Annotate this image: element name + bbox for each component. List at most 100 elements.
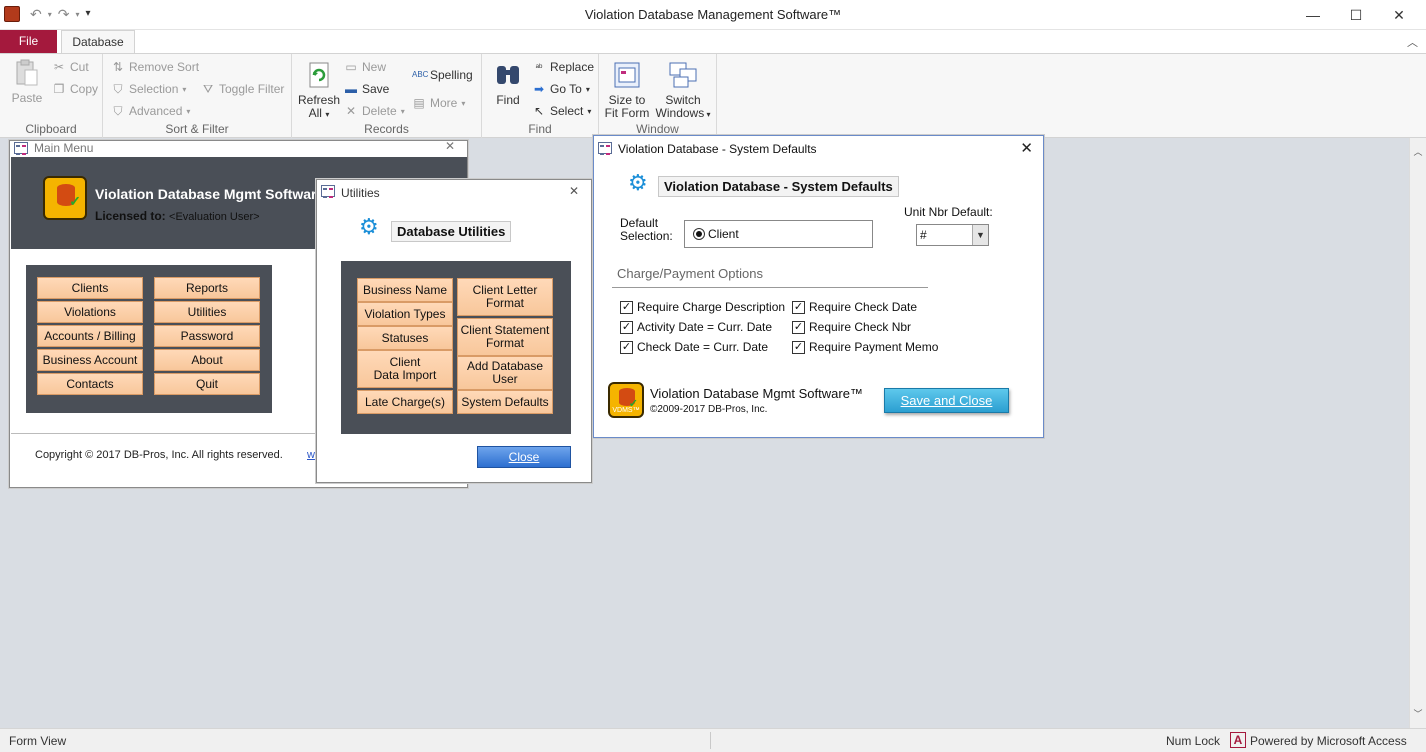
save-and-close-label: Save and Close [900, 393, 993, 408]
require-check-nbr-checkbox[interactable]: ✓ [792, 320, 805, 334]
activity-date-row[interactable]: ✓ Activity Date = Curr. Date [620, 320, 772, 334]
scroll-down-icon[interactable]: ﹀ [1410, 706, 1426, 722]
require-charge-description-checkbox[interactable]: ✓ [620, 300, 633, 314]
check-date-row[interactable]: ✓ Check Date = Curr. Date [620, 340, 768, 354]
reports-button[interactable]: Reports [154, 277, 260, 299]
status-divider [710, 732, 711, 749]
client-data-import-button[interactable]: Client Data Import [357, 350, 453, 388]
about-button[interactable]: About [154, 349, 260, 371]
require-payment-memo-checkbox[interactable]: ✓ [792, 340, 805, 354]
licensed-label: Licensed to: [95, 209, 166, 223]
require-check-nbr-row[interactable]: ✓ Require Check Nbr [792, 320, 911, 334]
advanced-button[interactable]: ⛉ Advanced ▾ [111, 104, 190, 118]
find-button[interactable]: Find [490, 60, 526, 107]
client-radio[interactable] [693, 228, 705, 240]
selection-label: Selection [129, 82, 179, 96]
tab-database[interactable]: Database [61, 30, 135, 54]
quit-button[interactable]: Quit [154, 373, 260, 395]
form-icon [321, 185, 335, 198]
save-and-close-button[interactable]: Save and Close [884, 388, 1009, 413]
group-label-find: Find [528, 122, 552, 136]
collapse-ribbon-icon[interactable]: ︿ [1407, 34, 1418, 50]
client-letter-format-button[interactable]: Client Letter Format [457, 278, 553, 316]
select-button[interactable]: ↖ Select ▾ [532, 104, 591, 118]
client-radio-label: Client [708, 227, 739, 241]
require-charge-description-row[interactable]: ✓ Require Charge Description [620, 300, 785, 314]
password-button[interactable]: Password [154, 325, 260, 347]
find-label: Find [496, 93, 520, 107]
violations-button[interactable]: Violations [37, 301, 143, 323]
late-charges-button[interactable]: Late Charge(s) [357, 390, 453, 414]
scroll-up-icon[interactable]: ︿ [1410, 144, 1426, 160]
main-menu-close-icon[interactable]: ✕ [445, 139, 455, 153]
unit-nbr-select[interactable]: # ▼ [916, 224, 989, 246]
check-date-checkbox[interactable]: ✓ [620, 340, 633, 354]
status-powered-by: Powered by Microsoft Access [1250, 734, 1407, 748]
size-to-fit-button[interactable]: Size to Fit Form [603, 60, 651, 120]
client-statement-format-button[interactable]: Client Statement Format [457, 318, 553, 356]
utilities-title: Utilities [341, 186, 380, 200]
system-defaults-heading: Violation Database - System Defaults [658, 176, 899, 197]
system-defaults-button[interactable]: System Defaults [457, 390, 553, 414]
footer-copyright: ©2009-2017 DB-Pros, Inc. [650, 404, 768, 415]
accounts-billing-button[interactable]: Accounts / Billing [37, 325, 143, 347]
business-account-button[interactable]: Business Account [37, 349, 143, 371]
new-record-button[interactable]: ▭ New [344, 60, 386, 74]
minimize-button[interactable]: — [1290, 0, 1336, 30]
cut-button[interactable]: ✂ Cut [52, 60, 89, 74]
statuses-button[interactable]: Statuses [357, 326, 453, 350]
spelling-label: Spelling [430, 68, 473, 82]
switch-windows-button[interactable]: Switch Windows ▾ [653, 60, 713, 121]
switch-windows-icon [669, 62, 697, 88]
more-button[interactable]: ▤ More ▾ [412, 96, 465, 110]
selection-button[interactable]: ⛉ Selection ▾ [111, 82, 186, 96]
access-icon: A [1230, 732, 1246, 748]
require-check-date-checkbox[interactable]: ✓ [792, 300, 805, 314]
tab-file[interactable]: File [0, 30, 57, 54]
save-record-button[interactable]: ▬ Save [344, 82, 389, 96]
violation-types-button[interactable]: Violation Types [357, 302, 453, 326]
require-payment-memo-row[interactable]: ✓ Require Payment Memo [792, 340, 938, 354]
require-check-date-row[interactable]: ✓ Require Check Date [792, 300, 917, 314]
toggle-filter-label: Toggle Filter [219, 82, 285, 96]
toggle-filter-button[interactable]: ⛛ Toggle Filter [201, 82, 284, 96]
chevron-down-icon: ▾ [704, 110, 711, 119]
copy-button[interactable]: ❐ Copy [52, 82, 98, 96]
unit-nbr-label: Unit Nbr Default: [904, 205, 993, 219]
utilities-titlebar: Utilities ✕ [317, 180, 591, 204]
main-menu-app-name: Violation Database Mgmt Software™ [95, 186, 339, 202]
new-label: New [362, 60, 387, 74]
chevron-down-icon[interactable]: ▼ [972, 225, 988, 245]
save-label: Save [362, 82, 390, 96]
group-find: Find ᵃᵇ Replace ➡ Go To ▾ ↖ Select ▾ Find [482, 54, 599, 138]
add-database-user-button[interactable]: Add Database User [457, 356, 553, 390]
utilities-heading: Database Utilities [391, 221, 512, 242]
size-to-fit-label-2: Fit Form [604, 106, 650, 120]
go-to-button[interactable]: ➡ Go To ▾ [532, 82, 590, 96]
system-defaults-titlebar: Violation Database - System Defaults ✕ [594, 136, 1043, 162]
spelling-button[interactable]: ABC Spelling [412, 68, 473, 82]
activity-date-checkbox[interactable]: ✓ [620, 320, 633, 334]
contacts-button[interactable]: Contacts [37, 373, 143, 395]
website-link[interactable]: w [307, 449, 315, 461]
gears-icon: ⚙ [628, 170, 648, 195]
system-defaults-close-icon[interactable]: ✕ [1020, 139, 1033, 157]
business-name-button[interactable]: Business Name [357, 278, 453, 302]
more-label: More [430, 96, 458, 110]
switch-windows-label-2: Windows [655, 106, 705, 120]
paste-button[interactable]: Paste [8, 58, 46, 105]
close-window-button[interactable]: ✕ [1376, 0, 1422, 30]
delete-icon: ✕ [345, 104, 357, 118]
utilities-close-icon[interactable]: ✕ [569, 184, 579, 198]
vertical-scrollbar[interactable]: ︿ ﹀ [1409, 138, 1426, 728]
delete-record-button[interactable]: ✕ Delete ▾ [344, 104, 405, 118]
chevron-down-icon: ▾ [182, 84, 187, 94]
clients-button[interactable]: Clients [37, 277, 143, 299]
filter-icon: ⛛ [202, 82, 214, 96]
utilities-close-button[interactable]: Close [477, 446, 571, 468]
replace-button[interactable]: ᵃᵇ Replace [532, 60, 594, 74]
utilities-button[interactable]: Utilities [154, 301, 260, 323]
remove-sort-button[interactable]: ⇅ Remove Sort [111, 60, 199, 74]
refresh-all-button[interactable]: Refresh All ▾ [296, 60, 342, 121]
maximize-button[interactable]: ☐ [1333, 0, 1379, 30]
